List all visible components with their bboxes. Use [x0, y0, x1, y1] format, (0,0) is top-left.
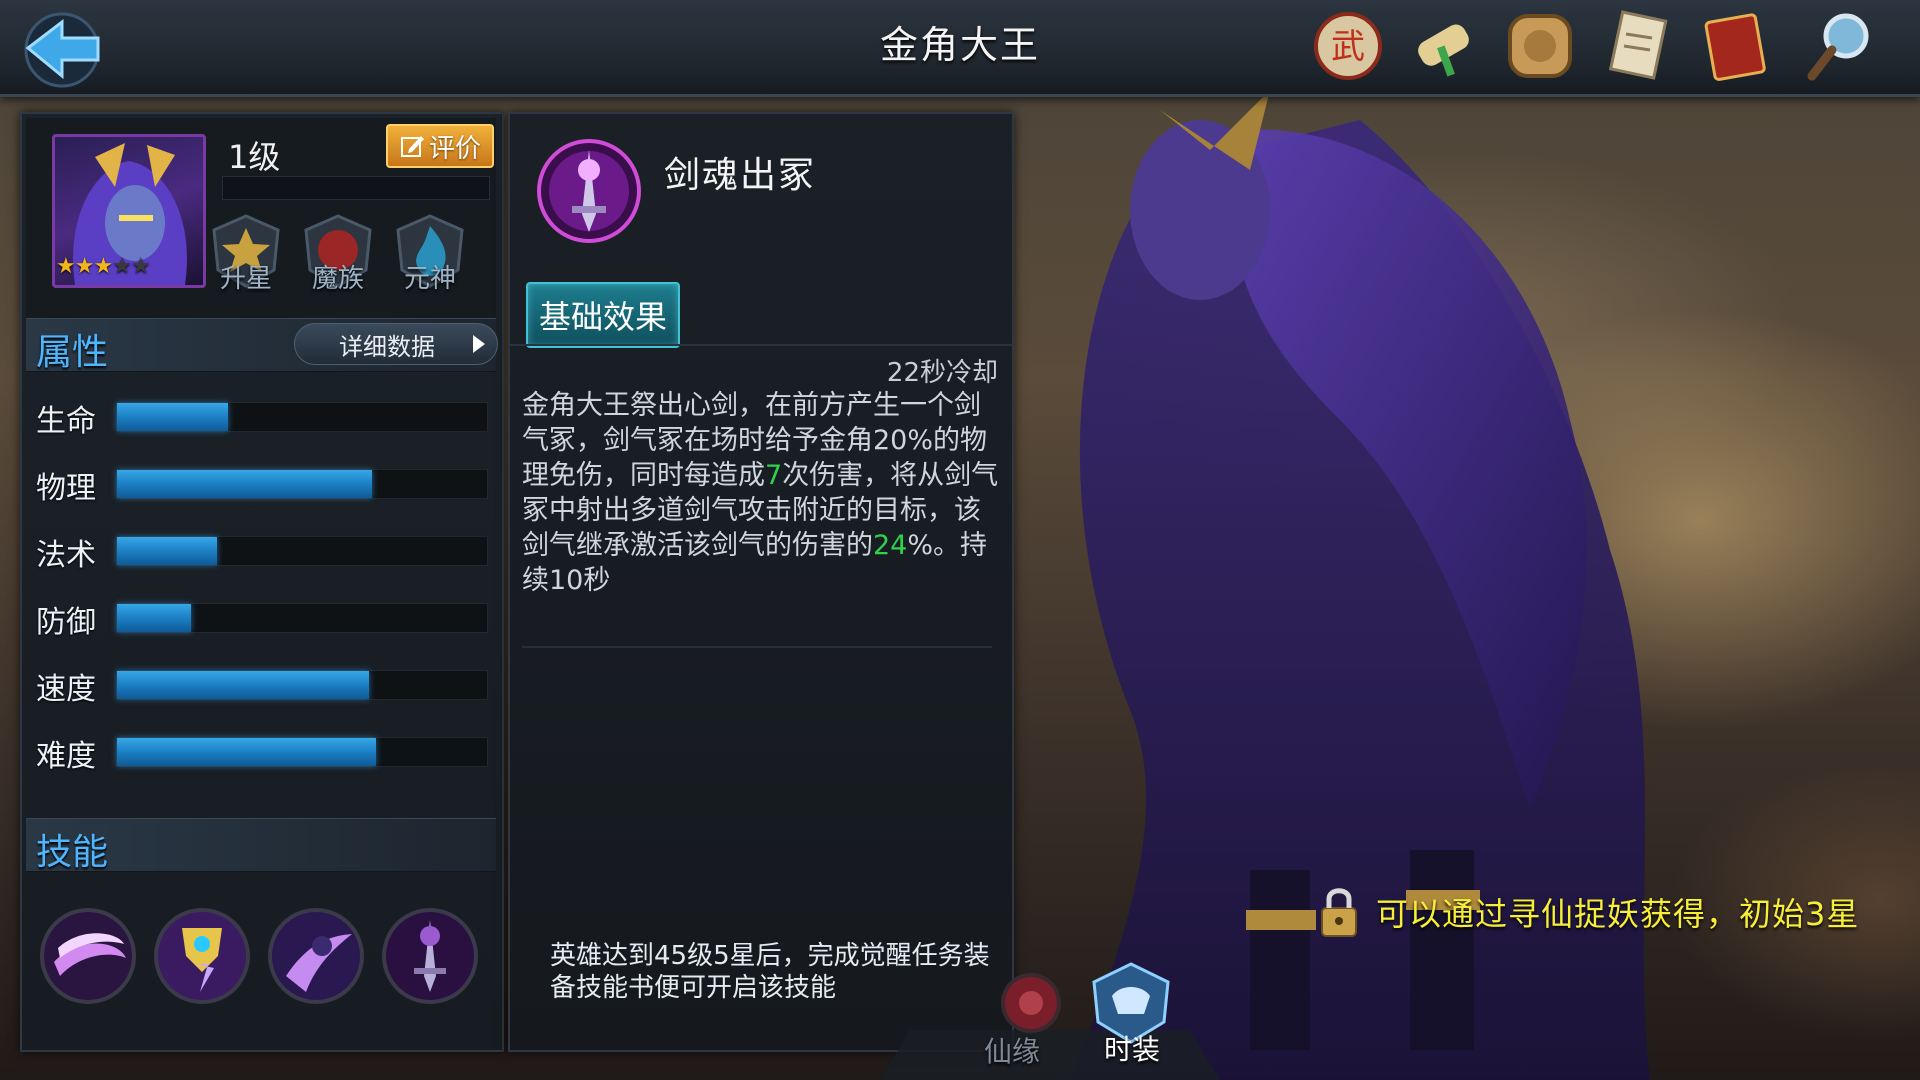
tab-basic-effect[interactable]: 基础效果 — [526, 282, 680, 348]
hero-level: 1级 — [228, 138, 281, 176]
coin-icon[interactable] — [1500, 6, 1580, 86]
skills-title: 技能 — [36, 832, 109, 873]
detail-data-button[interactable]: 详细数据 — [294, 323, 498, 365]
stat-bar-fill — [117, 671, 369, 699]
stat-label: 生命 — [36, 404, 96, 439]
sword-tomb-skill-icon[interactable] — [380, 906, 480, 1006]
stat-row: 速度 — [36, 658, 496, 708]
stat-label: 法术 — [36, 538, 96, 573]
skill-description: 金角大王祭出心剑，在前方产生一个剑气冢，剑气冢在场时给予金角20%的物理免伤，同… — [522, 388, 1002, 598]
obtain-hint: 可以通过寻仙捉妖获得，初始3星 — [1316, 882, 1859, 942]
stat-label: 物理 — [36, 471, 96, 506]
skill-name: 剑魂出冢 — [664, 155, 817, 196]
stat-label: 难度 — [36, 739, 96, 774]
star-rating: ★★★★★ — [56, 254, 151, 279]
stat-bar-track — [116, 402, 488, 432]
scroll-icon[interactable] — [1404, 6, 1484, 86]
rate-button[interactable]: 评价 — [386, 124, 494, 168]
tab-fate[interactable]: 仙缘 — [984, 1030, 1040, 1070]
stat-bar-fill — [117, 470, 373, 498]
battle-seal-icon[interactable]: 武 — [1308, 6, 1388, 86]
hero-info-panel: ★★★★★ 1级 评价 升星 魔族 元神 属性 详细数据 生命 物理 法术 防御… — [20, 112, 504, 1052]
tab-divider — [510, 344, 1012, 346]
stat-bar-track — [116, 670, 488, 700]
detail-data-label: 详细数据 — [339, 332, 435, 361]
stat-row: 防御 — [36, 591, 496, 641]
page-title: 金角大王 — [879, 23, 1040, 67]
book-icon[interactable] — [1696, 6, 1776, 86]
race-badge[interactable]: 魔族 — [298, 212, 378, 310]
rate-label: 评价 — [428, 133, 481, 164]
svg-text:武: 武 — [1331, 27, 1365, 67]
stat-bar-track — [116, 737, 488, 767]
upgrade-star-badge[interactable]: 升星 — [206, 212, 286, 310]
back-arrow-icon — [24, 12, 100, 88]
magnifier-icon[interactable] — [1800, 6, 1880, 86]
stat-bar-track — [116, 603, 488, 633]
desc-highlight: 7 — [765, 460, 783, 491]
attributes-title: 属性 — [36, 332, 109, 373]
stat-row: 法术 — [36, 524, 496, 574]
skill-detail-panel: 剑魂出冢 基础效果 22秒冷却 金角大王祭出心剑，在前方产生一个剑气冢，剑气冢在… — [508, 112, 1014, 1052]
star-filled-icon: ★ — [93, 254, 113, 279]
skills-header: 技能 — [26, 818, 496, 873]
back-button[interactable] — [14, 6, 110, 88]
stat-bar-fill — [117, 604, 191, 632]
tab-costume-label: 时装 — [1104, 1033, 1161, 1066]
stat-bar-fill — [117, 403, 228, 431]
play-arrow-icon — [473, 335, 485, 353]
stat-bar-fill — [117, 537, 217, 565]
spirit-badge[interactable]: 元神 — [390, 212, 470, 310]
stat-row: 难度 — [36, 725, 496, 775]
swirl-skill-icon[interactable] — [38, 906, 138, 1006]
top-bar: 金角大王 武 — [0, 0, 1920, 97]
warrior-strike-skill-icon[interactable] — [266, 906, 366, 1006]
fate-tab-icon[interactable] — [998, 970, 1064, 1036]
lightning-shield-skill-icon[interactable] — [152, 906, 252, 1006]
attributes-header: 属性 详细数据 — [26, 318, 498, 373]
skill-cooldown: 22秒冷却 — [886, 358, 998, 388]
star-empty-icon: ★ — [112, 254, 132, 279]
obtain-message: 可以通过寻仙捉妖获得，初始3星 — [1376, 895, 1860, 933]
quest-paper-icon[interactable] — [1598, 6, 1678, 86]
edit-icon — [400, 136, 424, 157]
stat-label: 速度 — [36, 672, 96, 707]
stat-bar-track — [116, 536, 488, 566]
desc-highlight: 24 — [873, 530, 908, 561]
stat-label: 防御 — [36, 605, 96, 640]
stat-bar-fill — [117, 738, 376, 766]
star-empty-icon: ★ — [130, 254, 151, 279]
stat-row: 物理 — [36, 457, 496, 507]
stat-row: 生命 — [36, 390, 496, 440]
description-divider — [522, 646, 992, 648]
star-filled-icon: ★ — [74, 254, 95, 279]
stat-bar-track — [116, 469, 488, 499]
hero-summary: ★★★★★ 1级 评价 升星 魔族 元神 — [26, 118, 496, 320]
tab-costume[interactable]: 时装 — [1090, 962, 1172, 1080]
sword-tomb-icon — [534, 136, 644, 246]
lock-icon — [1321, 888, 1357, 937]
star-filled-icon: ★ — [56, 254, 76, 279]
experience-bar — [222, 176, 490, 200]
